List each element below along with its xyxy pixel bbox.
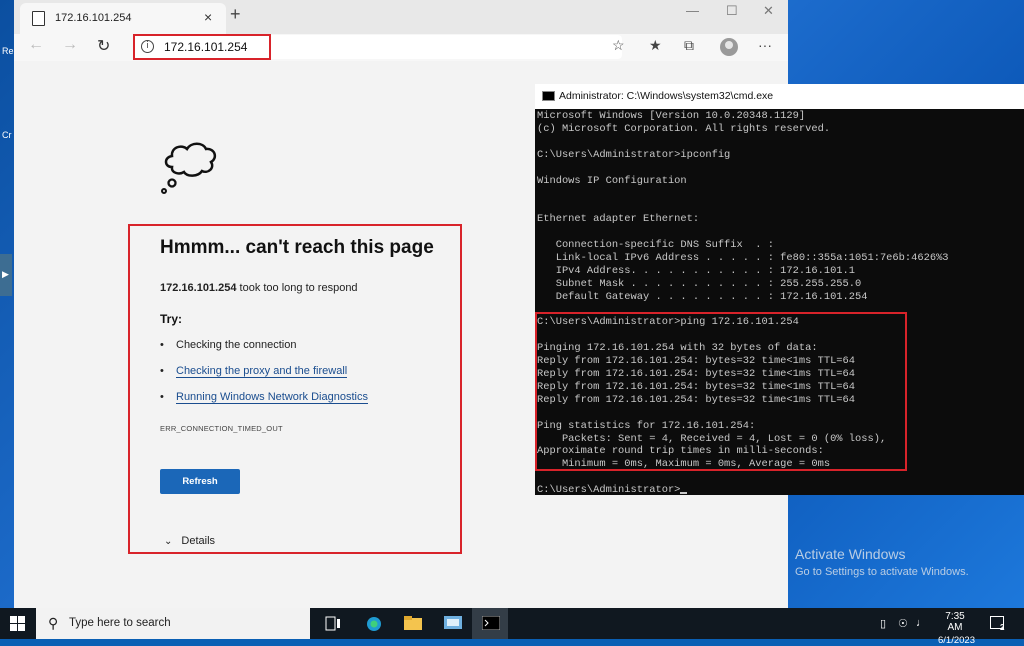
folder-icon	[404, 616, 422, 630]
error-title: Hmmm... can't reach this page	[160, 237, 434, 258]
cmd-title: Administrator: C:\Windows\system32\cmd.e…	[559, 90, 774, 102]
console-line: Windows IP Configuration	[537, 174, 687, 187]
suggestion-item: • Running Windows Network Diagnostics	[160, 391, 368, 404]
console-line: Default Gateway . . . . . . . . . : 172.…	[537, 290, 868, 303]
error-host: 172.16.101.254	[160, 282, 237, 294]
bullet: •	[160, 339, 164, 351]
side-tab-arrow-icon: ▶	[2, 269, 9, 279]
profile-avatar[interactable]	[720, 38, 738, 56]
url-highlight-box	[133, 34, 271, 60]
taskbar: ⚲ Type here to search ▯ ☉ ♩ 7:35 AM 6/1/…	[0, 608, 1024, 646]
favorites-icon[interactable]: ★	[649, 37, 662, 54]
error-highlight-box	[128, 224, 462, 554]
error-description: 172.16.101.254 took too long to respond	[160, 282, 358, 294]
try-label: Try:	[160, 312, 183, 326]
edge-taskbar-button[interactable]	[355, 608, 391, 639]
terminal-icon	[482, 616, 500, 630]
notification-count: 2	[1000, 623, 1005, 632]
error-description-text: took too long to respond	[236, 282, 358, 294]
file-explorer-button[interactable]	[394, 608, 430, 639]
details-label: Details	[181, 535, 216, 547]
details-toggle[interactable]: ⌄ Details	[164, 535, 215, 547]
cmd-taskbar-button[interactable]	[472, 608, 508, 639]
cmd-titlebar[interactable]: Administrator: C:\Windows\system32\cmd.e…	[535, 84, 1024, 109]
ping-highlight-box	[535, 312, 907, 471]
console-line: Connection-specific DNS Suffix . :	[537, 239, 774, 251]
browser-tab[interactable]: 172.16.101.254 ×	[20, 3, 226, 34]
console-line: IPv4 Address. . . . . . . . . . . : 172.…	[537, 264, 856, 277]
edge-icon	[367, 617, 381, 631]
tab-title: 172.16.101.254	[55, 12, 132, 24]
windows-start-icon[interactable]	[10, 616, 25, 631]
back-button[interactable]: ←	[28, 36, 44, 54]
tab-close-icon[interactable]: ×	[204, 9, 212, 25]
usb-icon[interactable]: ▯	[880, 617, 886, 630]
desktop-side-tab[interactable]: ▶	[0, 254, 12, 296]
activation-watermark-subtitle: Go to Settings to activate Windows.	[795, 566, 969, 578]
minimize-button[interactable]: —	[686, 3, 699, 18]
page-error-icon	[32, 11, 45, 26]
close-window-button[interactable]: ✕	[763, 3, 774, 19]
console-cursor	[680, 492, 688, 495]
maximize-button[interactable]: ☐	[726, 3, 738, 19]
thought-cloud-icon	[161, 142, 217, 194]
console-line: C:\Users\Administrator>ipconfig	[537, 148, 731, 161]
forward-button[interactable]: →	[62, 36, 78, 54]
server-manager-button[interactable]	[434, 608, 470, 639]
network-diagnostics-link[interactable]: Running Windows Network Diagnostics	[176, 391, 368, 404]
suggestion-text: Checking the connection	[176, 339, 297, 351]
task-view-icon	[325, 616, 340, 631]
activation-watermark-title: Activate Windows	[795, 546, 906, 562]
proxy-firewall-link[interactable]: Checking the proxy and the firewall	[176, 365, 348, 378]
search-icon: ⚲	[48, 615, 59, 631]
cmd-icon	[542, 91, 555, 101]
browser-toolbar: ← → ↻ i 172.16.101.254 ☆ ★ ⧉ ···	[14, 34, 788, 61]
bullet: •	[160, 391, 164, 403]
suggestion-item: • Checking the connection	[160, 339, 296, 351]
task-view-button[interactable]	[315, 608, 351, 639]
console-line: Microsoft Windows [Version 10.0.20348.11…	[537, 110, 806, 122]
volume-icon[interactable]: ♩	[916, 617, 927, 629]
refresh-button[interactable]: Refresh	[160, 469, 240, 494]
clock-time: 7:35 AM	[945, 611, 965, 633]
desktop-icon-label[interactable]: Cr	[2, 130, 12, 140]
suggestion-item: • Checking the proxy and the firewall	[160, 365, 348, 378]
bullet: •	[160, 365, 164, 377]
server-manager-icon	[444, 616, 462, 629]
collections-icon[interactable]: ⧉	[684, 37, 694, 54]
error-code: ERR_CONNECTION_TIMED_OUT	[160, 424, 283, 433]
new-tab-button[interactable]: +	[230, 4, 241, 25]
reload-button[interactable]: ↻	[97, 36, 110, 56]
console-line: C:\Users\Administrator>	[537, 484, 688, 496]
chevron-down-icon: ⌄	[164, 536, 173, 547]
browser-titlebar: 172.16.101.254 × + — ☐ ✕	[14, 0, 788, 34]
search-placeholder: Type here to search	[69, 617, 171, 629]
network-icon[interactable]: ☉	[898, 617, 908, 630]
favorite-star-icon[interactable]: ☆	[612, 37, 625, 54]
console-line: (c) Microsoft Corporation. All rights re…	[537, 122, 831, 135]
console-line: Ethernet adapter Ethernet:	[537, 213, 700, 226]
taskbar-search[interactable]: ⚲ Type here to search	[36, 608, 310, 639]
console-line: Subnet Mask . . . . . . . . . . . : 255.…	[537, 277, 862, 290]
clock-date: 6/1/2023	[938, 635, 975, 646]
more-options-icon[interactable]: ···	[758, 37, 772, 53]
desktop-icon-label[interactable]: Re	[2, 46, 14, 56]
taskbar-clock[interactable]: 7:35 AM 6/1/2023	[938, 611, 975, 646]
console-line: Link-local IPv6 Address . . . . . : fe80…	[537, 251, 949, 264]
